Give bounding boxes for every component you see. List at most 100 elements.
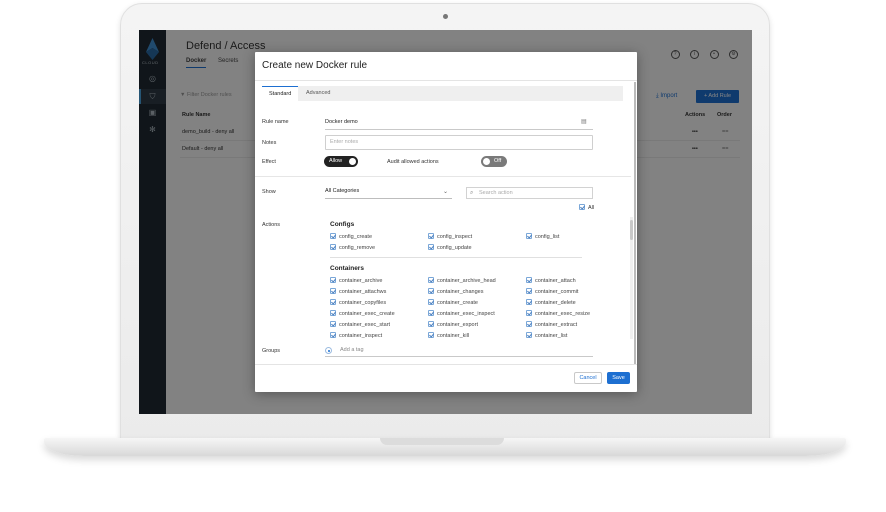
action-label: container_archive_head	[437, 278, 496, 284]
checkbox[interactable]	[526, 299, 532, 305]
tab-standard[interactable]: Standard	[262, 86, 299, 101]
checkbox[interactable]	[526, 233, 532, 239]
action-item[interactable]: container_exec_create	[330, 310, 395, 317]
camera-dot	[443, 14, 448, 19]
checkbox[interactable]	[330, 233, 336, 239]
action-item[interactable]: container_export	[428, 321, 478, 328]
action-item[interactable]: config_list	[526, 233, 559, 240]
audit-label: Audit allowed actions	[387, 159, 439, 165]
screen: CLOUD ◎ ⛉ ▣ ✻ Defend / Access Docker Sec…	[139, 30, 752, 414]
category-select[interactable]: All Categories ⌄	[325, 188, 452, 199]
action-label: container_commit	[535, 289, 579, 295]
checkbox[interactable]	[330, 288, 336, 294]
checkbox[interactable]	[330, 277, 336, 283]
action-item[interactable]: container_exec_start	[330, 321, 390, 328]
action-item[interactable]: container_attachws	[330, 288, 386, 295]
create-docker-rule-modal: Create new Docker rule Standard Advanced…	[255, 52, 637, 392]
toggle-knob	[349, 158, 356, 165]
action-item[interactable]: container_inspect	[330, 332, 382, 339]
checkbox[interactable]	[428, 233, 434, 239]
actions-list: Configs config_create config_inspect con…	[325, 217, 625, 339]
action-item[interactable]: container_delete	[526, 299, 576, 306]
groups-label: Groups	[262, 348, 281, 354]
chevron-down-icon: ⌄	[442, 189, 448, 195]
modal-scrollbar[interactable]	[634, 82, 636, 364]
action-item[interactable]: container_exec_inspect	[428, 310, 495, 317]
action-label: container_export	[437, 322, 478, 328]
action-item[interactable]: container_kill	[428, 332, 469, 339]
action-label: config_create	[339, 234, 373, 240]
action-label: container_exec_resize	[535, 311, 591, 317]
search-icon: ⌕	[470, 190, 474, 196]
action-item[interactable]: container_list	[526, 332, 567, 339]
laptop-notch	[380, 438, 504, 445]
checkbox[interactable]	[428, 310, 434, 316]
checkbox[interactable]	[579, 204, 585, 210]
action-item[interactable]: container_changes	[428, 288, 483, 295]
checkbox[interactable]	[330, 310, 336, 316]
id-card-icon[interactable]: ▤	[581, 118, 587, 125]
audit-toggle[interactable]: Off	[481, 156, 507, 167]
action-label: container_archive	[339, 278, 383, 284]
tab-advanced[interactable]: Advanced	[306, 86, 330, 101]
effect-label: Effect	[262, 159, 276, 165]
checkbox[interactable]	[526, 321, 532, 327]
checkbox[interactable]	[526, 288, 532, 294]
rule-name-underline	[325, 129, 593, 130]
rule-name-input[interactable]: Docker demo	[325, 119, 358, 125]
action-item[interactable]: container_exec_resize	[526, 310, 590, 317]
notes-textarea[interactable]: Enter notes	[325, 135, 593, 150]
notes-label: Notes	[262, 140, 277, 146]
action-label: container_create	[437, 300, 478, 306]
action-item[interactable]: config_update	[428, 244, 472, 251]
group-title-configs: Configs	[330, 221, 355, 228]
action-item[interactable]: container_extract	[526, 321, 577, 328]
checkbox[interactable]	[526, 310, 532, 316]
search-action-input[interactable]: ⌕ Search action	[466, 187, 593, 199]
select-all-label: All	[588, 205, 595, 211]
action-label: container_attach	[535, 278, 576, 284]
checkbox[interactable]	[428, 299, 434, 305]
category-select-value: All Categories	[325, 188, 360, 194]
search-placeholder: Search action	[479, 190, 513, 196]
action-label: config_remove	[339, 245, 376, 251]
select-all-checkbox[interactable]: All	[579, 204, 594, 211]
checkbox[interactable]	[526, 277, 532, 283]
toggle-knob	[483, 158, 490, 165]
action-label: config_list	[535, 234, 560, 240]
action-item[interactable]: container_archive	[330, 277, 382, 284]
action-label: config_inspect	[437, 234, 473, 240]
checkbox[interactable]	[330, 321, 336, 327]
action-item[interactable]: container_create	[428, 299, 478, 306]
action-item[interactable]: config_remove	[330, 244, 375, 251]
effect-toggle-label: Allow	[329, 158, 343, 164]
groups-placeholder: Add a tag	[340, 347, 364, 353]
action-item[interactable]: container_attach	[526, 277, 576, 284]
checkbox[interactable]	[428, 277, 434, 283]
action-label: config_update	[437, 245, 472, 251]
checkbox[interactable]	[428, 321, 434, 327]
action-item[interactable]: config_inspect	[428, 233, 472, 240]
checkbox[interactable]	[330, 244, 336, 250]
checkbox[interactable]	[428, 244, 434, 250]
action-item[interactable]: container_commit	[526, 288, 578, 295]
checkbox[interactable]	[428, 288, 434, 294]
checkbox[interactable]	[428, 332, 434, 338]
modal-title: Create new Docker rule	[262, 60, 368, 71]
save-button[interactable]: Save	[607, 372, 630, 384]
tag-radio-icon[interactable]	[325, 347, 332, 354]
divider	[330, 257, 582, 258]
action-item[interactable]: container_copyfiles	[330, 299, 386, 306]
groups-tag-input[interactable]: Add a tag	[325, 345, 593, 357]
action-label: container_copyfiles	[339, 300, 387, 306]
action-item[interactable]: config_create	[330, 233, 372, 240]
effect-toggle[interactable]: Allow	[324, 156, 358, 167]
actions-scroll-thumb[interactable]	[630, 220, 633, 240]
checkbox[interactable]	[526, 332, 532, 338]
checkbox[interactable]	[330, 332, 336, 338]
divider	[255, 176, 631, 177]
group-title-containers: Containers	[330, 265, 364, 272]
cancel-button[interactable]: Cancel	[574, 372, 602, 384]
checkbox[interactable]	[330, 299, 336, 305]
action-item[interactable]: container_archive_head	[428, 277, 496, 284]
